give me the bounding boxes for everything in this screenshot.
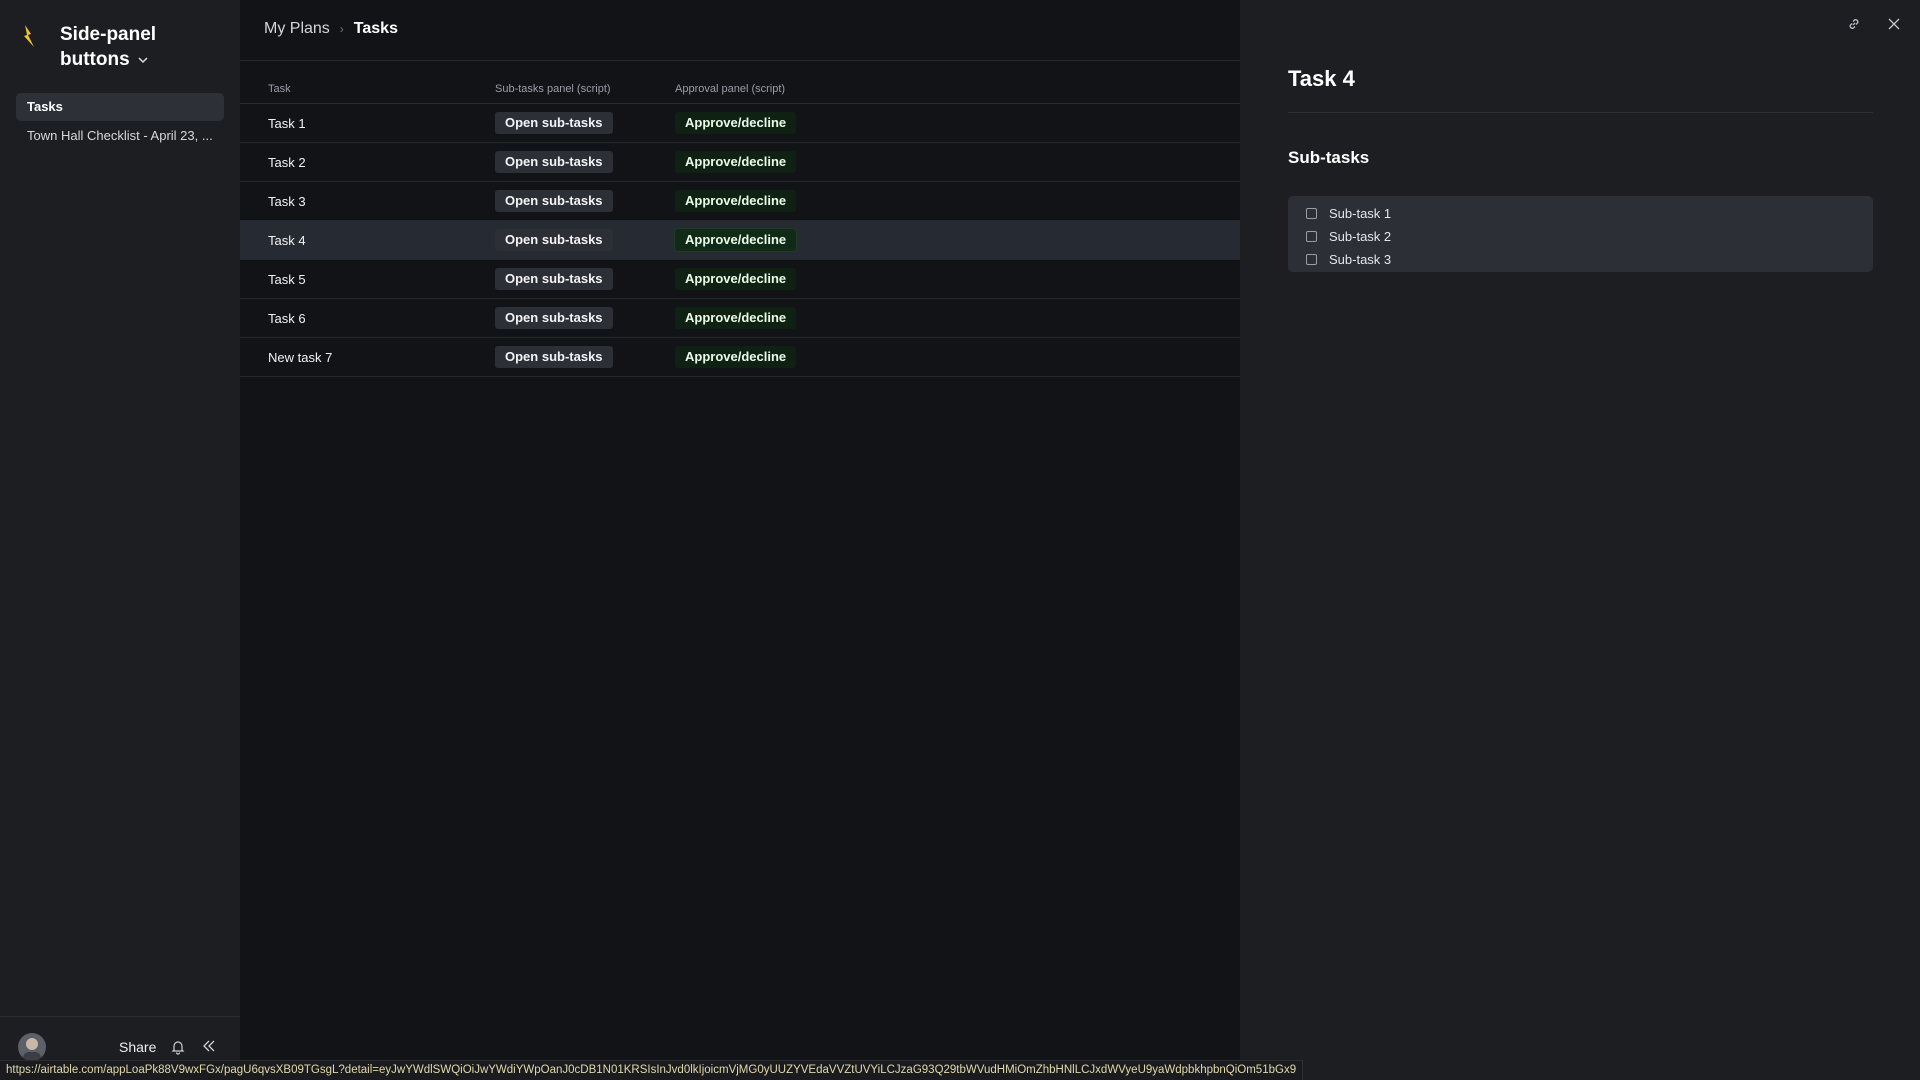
detail-panel: Task 4 Sub-tasks Sub-task 1 Sub-task 2 S… [1240,0,1920,1080]
close-icon[interactable] [1886,16,1902,32]
user-avatar-icon [23,1038,41,1061]
task-name: Task 1 [268,116,306,131]
open-subtasks-button[interactable]: Open sub-tasks [495,190,613,212]
approve-decline-button[interactable]: Approve/decline [675,112,797,134]
breadcrumb-separator-icon: › [339,22,344,36]
table-row[interactable]: Task 5 Open sub-tasks Approve/decline [240,260,1240,299]
table-row-selected[interactable]: Task 4 Open sub-tasks Approve/decline [240,221,1240,260]
approve-decline-button[interactable]: Approve/decline [675,151,797,173]
subtask-checkbox[interactable] [1306,231,1317,242]
bell-icon[interactable] [170,1039,186,1055]
open-subtasks-button[interactable]: Open sub-tasks [495,229,613,251]
header-divider [240,60,1240,61]
table-row[interactable]: Task 2 Open sub-tasks Approve/decline [240,143,1240,182]
bolt-logo-icon [24,25,34,47]
open-subtasks-button[interactable]: Open sub-tasks [495,346,613,368]
subtasks-list: Sub-task 1 Sub-task 2 Sub-task 3 [1288,196,1873,272]
list-item[interactable]: Sub-task 1 [1306,202,1873,225]
workspace-header[interactable]: Side-panel buttons [22,22,200,72]
panel-divider [1288,112,1873,113]
approve-decline-button[interactable]: Approve/decline [675,346,797,368]
main-content: My Plans › Tasks Task Sub-tasks panel (s… [240,0,1240,1080]
panel-title: Task 4 [1288,66,1355,91]
open-subtasks-button[interactable]: Open sub-tasks [495,112,613,134]
task-name: Task 3 [268,194,306,209]
approve-decline-button[interactable]: Approve/decline [675,190,797,212]
breadcrumb-my-plans[interactable]: My Plans [264,20,330,38]
subtask-checkbox[interactable] [1306,208,1317,219]
subtasks-heading: Sub-tasks [1288,148,1370,167]
subtask-checkbox[interactable] [1306,254,1317,265]
subtask-label: Sub-task 1 [1329,206,1392,221]
table-row[interactable]: Task 1 Open sub-tasks Approve/decline [240,104,1240,143]
list-item[interactable]: Sub-task 2 [1306,225,1873,248]
share-button[interactable]: Share [119,1039,156,1055]
open-subtasks-button[interactable]: Open sub-tasks [495,151,613,173]
approve-decline-button[interactable]: Approve/decline [673,228,798,252]
tasks-table: Task Sub-tasks panel (script) Approval p… [240,70,1240,377]
sidebar-item-tasks[interactable]: Tasks [16,93,224,121]
task-name: New task 7 [268,350,333,365]
subtask-label: Sub-task 2 [1329,229,1392,244]
collapse-sidebar-icon[interactable] [201,1038,217,1054]
chevron-down-icon[interactable] [136,53,150,67]
breadcrumb: My Plans › Tasks [264,20,398,38]
link-icon[interactable] [1846,16,1862,32]
table-row[interactable]: Task 6 Open sub-tasks Approve/decline [240,299,1240,338]
task-name: Task 6 [268,311,306,326]
link-preview-statusbar: https://airtable.com/appLoaPk88V9wxFGx/p… [0,1060,1304,1080]
subtask-label: Sub-task 3 [1329,252,1392,267]
table-row[interactable]: Task 3 Open sub-tasks Approve/decline [240,182,1240,221]
sidebar: Side-panel buttons Tasks Town Hall Check… [0,0,240,1080]
workspace-title[interactable]: Side-panel buttons [60,22,200,72]
task-name: Task 2 [268,155,306,170]
column-header-subtasks: Sub-tasks panel (script) [495,83,611,95]
avatar[interactable] [18,1033,46,1061]
open-subtasks-button[interactable]: Open sub-tasks [495,268,613,290]
task-name: Task 4 [268,233,306,248]
table-header: Task Sub-tasks panel (script) Approval p… [240,70,1240,104]
approve-decline-button[interactable]: Approve/decline [675,307,797,329]
approve-decline-button[interactable]: Approve/decline [675,268,797,290]
column-header-approval: Approval panel (script) [675,83,786,95]
sidebar-item-town-hall-checklist[interactable]: Town Hall Checklist - April 23, ... [16,122,224,150]
list-item[interactable]: Sub-task 3 [1306,248,1873,271]
open-subtasks-button[interactable]: Open sub-tasks [495,307,613,329]
column-header-task: Task [268,83,291,95]
table-row[interactable]: New task 7 Open sub-tasks Approve/declin… [240,338,1240,377]
breadcrumb-current: Tasks [353,20,398,37]
task-name: Task 5 [268,272,306,287]
